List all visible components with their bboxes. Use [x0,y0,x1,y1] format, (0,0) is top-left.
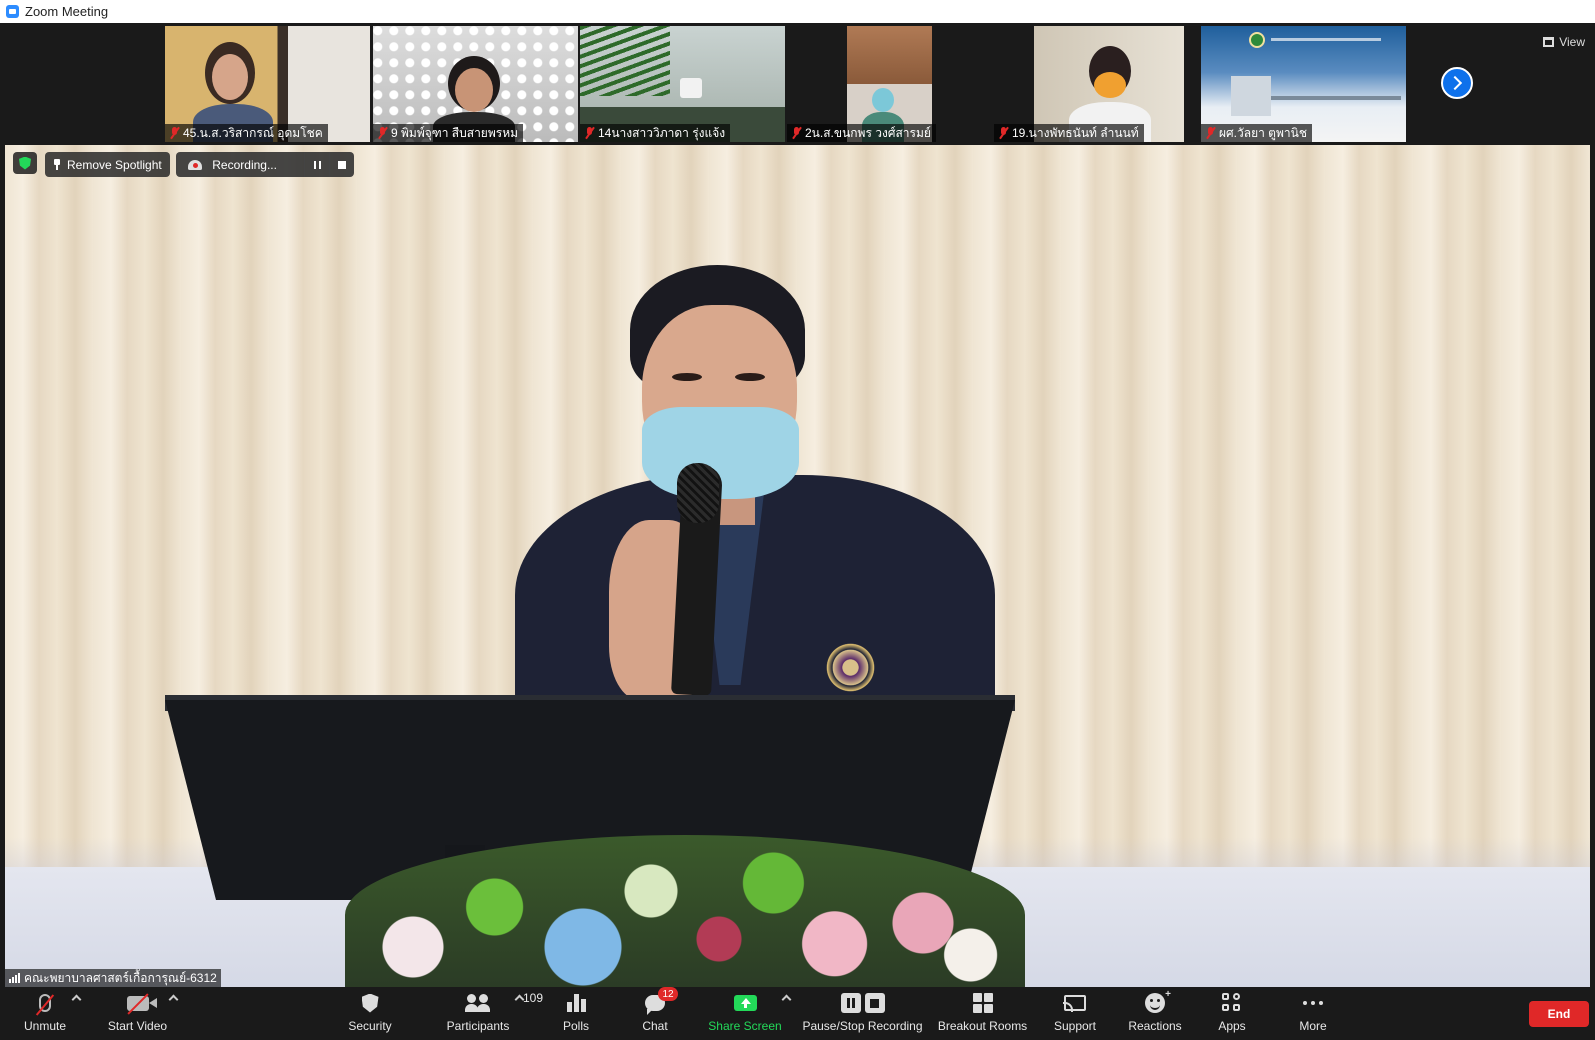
apps-button[interactable]: Apps [1207,987,1257,1040]
camera-off-icon [126,995,157,1011]
active-speaker-name: คณะพยาบาลศาสตร์เกื้อการุณย์-6312 [24,970,217,985]
reactions-button[interactable]: + Reactions [1120,987,1190,1040]
video-options-caret[interactable] [169,993,177,1001]
participants-icon [465,994,491,1012]
mic-muted-icon [792,127,801,139]
participant-tile[interactable]: ผศ.วัลยา ตูพานิช [1201,26,1406,142]
cloud-recording-icon [188,159,203,170]
signal-strength-icon [9,973,20,983]
participant-name-tag: ผศ.วัลยา ตูพานิช [1201,124,1312,142]
main-speaker-video [5,145,1590,987]
participant-tile[interactable]: 45.น.ส.วริสากรณ์ อุดมโชค [165,26,370,142]
participant-name: 14นางสาววิภาดา รุ่งแจ้ง [598,125,726,140]
mic-muted-icon [999,127,1008,139]
pause-icon [313,160,321,169]
security-button[interactable]: Security [340,987,400,1040]
participant-name-tag: 2น.ส.ขนกพร วงศ์สารมย์ [787,124,936,142]
participant-name: 9 พิมพ์จุฑา สืบสายพรหม [391,125,519,140]
support-cast-icon [1063,995,1086,1012]
support-button[interactable]: Support [1045,987,1105,1040]
pause-stop-recording-icon [840,993,885,1013]
next-page-button[interactable] [1441,67,1473,99]
remove-spotlight-button[interactable]: Remove Spotlight [45,152,170,177]
shield-icon [361,993,379,1013]
chat-button[interactable]: 12 Chat [630,987,680,1040]
title-bar: Zoom Meeting [0,0,1595,23]
apps-label: Apps [1218,1019,1246,1033]
participants-count: 109 [523,991,544,1005]
chat-unread-badge: 12 [658,987,678,1001]
zoom-window: Zoom Meeting 45.น.ส.วริสากรณ์ อุดมโชค 9 … [0,0,1595,1040]
participant-name: 2น.ส.ขนกพร วงศ์สารมย์ [805,125,931,140]
share-screen-icon [733,995,757,1011]
participants-button[interactable]: 109 Participants [433,987,543,1040]
reactions-smiley-icon: + [1145,989,1171,1013]
participants-label: Participants [446,1019,510,1033]
meeting-toolbar: Unmute Start Video Security 109 Particip… [0,987,1595,1040]
pause-stop-recording-button[interactable]: Pause/Stop Recording [800,987,925,1040]
breakout-rooms-icon [972,993,993,1013]
unmute-label: Unmute [23,1019,67,1033]
start-video-button[interactable]: Start Video [100,987,175,1040]
view-button[interactable]: View [1543,35,1585,49]
microphone-muted-icon [39,994,51,1012]
mic-muted-icon [1206,127,1215,139]
participant-name-tag: 45.น.ส.วริสากรณ์ อุดมโชค [165,124,328,142]
breakout-rooms-label: Breakout Rooms [937,1019,1028,1033]
pause-stop-recording-label: Pause/Stop Recording [802,1019,923,1033]
more-button[interactable]: More [1288,987,1338,1040]
breakout-rooms-button[interactable]: Breakout Rooms [935,987,1030,1040]
pin-icon [53,159,61,170]
unmute-button[interactable]: Unmute [15,987,75,1040]
active-speaker-name-tag: คณะพยาบาลศาสตร์เกื้อการุณย์-6312 [5,969,221,987]
view-grid-icon [1543,37,1555,47]
participant-name: ผศ.วัลยา ตูพานิช [1219,125,1307,140]
end-meeting-button[interactable]: End [1529,1001,1589,1027]
window-title: Zoom Meeting [25,4,109,19]
participant-name-tag: 9 พิมพ์จุฑา สืบสายพรหม [373,124,524,142]
view-button-label: View [1559,35,1585,49]
participant-name: 45.น.ส.วริสากรณ์ อุดมโชค [183,125,323,140]
audio-options-caret[interactable] [72,993,80,1001]
remove-spotlight-label: Remove Spotlight [67,157,162,172]
zoom-logo-icon [6,5,19,18]
participant-name-tag: 14นางสาววิภาดา รุ่งแจ้ง [580,124,731,142]
participant-tile[interactable]: 14นางสาววิภาดา รุ่งแจ้ง [580,26,785,142]
chat-label: Chat [642,1019,668,1033]
mic-muted-icon [170,127,179,139]
start-video-label: Start Video [107,1019,168,1033]
polls-label: Polls [562,1019,589,1033]
mic-muted-icon [585,127,594,139]
more-ellipsis-icon [1303,1001,1323,1005]
polls-icon [566,994,586,1012]
participant-tile[interactable]: 19.นางพัทธนันท์ ลำนนท์ [994,26,1199,142]
share-screen-label: Share Screen [708,1019,782,1033]
pause-recording-button[interactable] [304,152,329,177]
recording-label: Recording... [212,157,277,172]
security-label: Security [348,1019,392,1033]
participants-options-caret[interactable] [515,993,523,1001]
share-options-caret[interactable] [782,993,790,1001]
polls-button[interactable]: Polls [551,987,601,1040]
recording-indicator: Recording... [176,152,354,177]
participant-name: 19.นางพัทธนันท์ ลำนนท์ [1012,125,1139,140]
stop-recording-button[interactable] [329,152,354,177]
support-label: Support [1053,1019,1097,1033]
more-label: More [1299,1019,1327,1033]
share-screen-button[interactable]: Share Screen [705,987,785,1040]
apps-icon [1222,993,1242,1013]
encryption-shield-icon[interactable] [13,152,37,174]
participant-name-tag: 19.นางพัทธนันท์ ลำนนท์ [994,124,1144,142]
reactions-label: Reactions [1128,1019,1182,1033]
participant-filmstrip: 45.น.ส.วริสากรณ์ อุดมโชค 9 พิมพ์จุฑา สืบ… [0,23,1595,145]
participant-tile[interactable]: 2น.ส.ขนกพร วงศ์สารมย์ [787,26,992,142]
mic-muted-icon [378,127,387,139]
participant-tile[interactable]: 9 พิมพ์จุฑา สืบสายพรหม [373,26,578,142]
stop-icon [338,160,347,169]
